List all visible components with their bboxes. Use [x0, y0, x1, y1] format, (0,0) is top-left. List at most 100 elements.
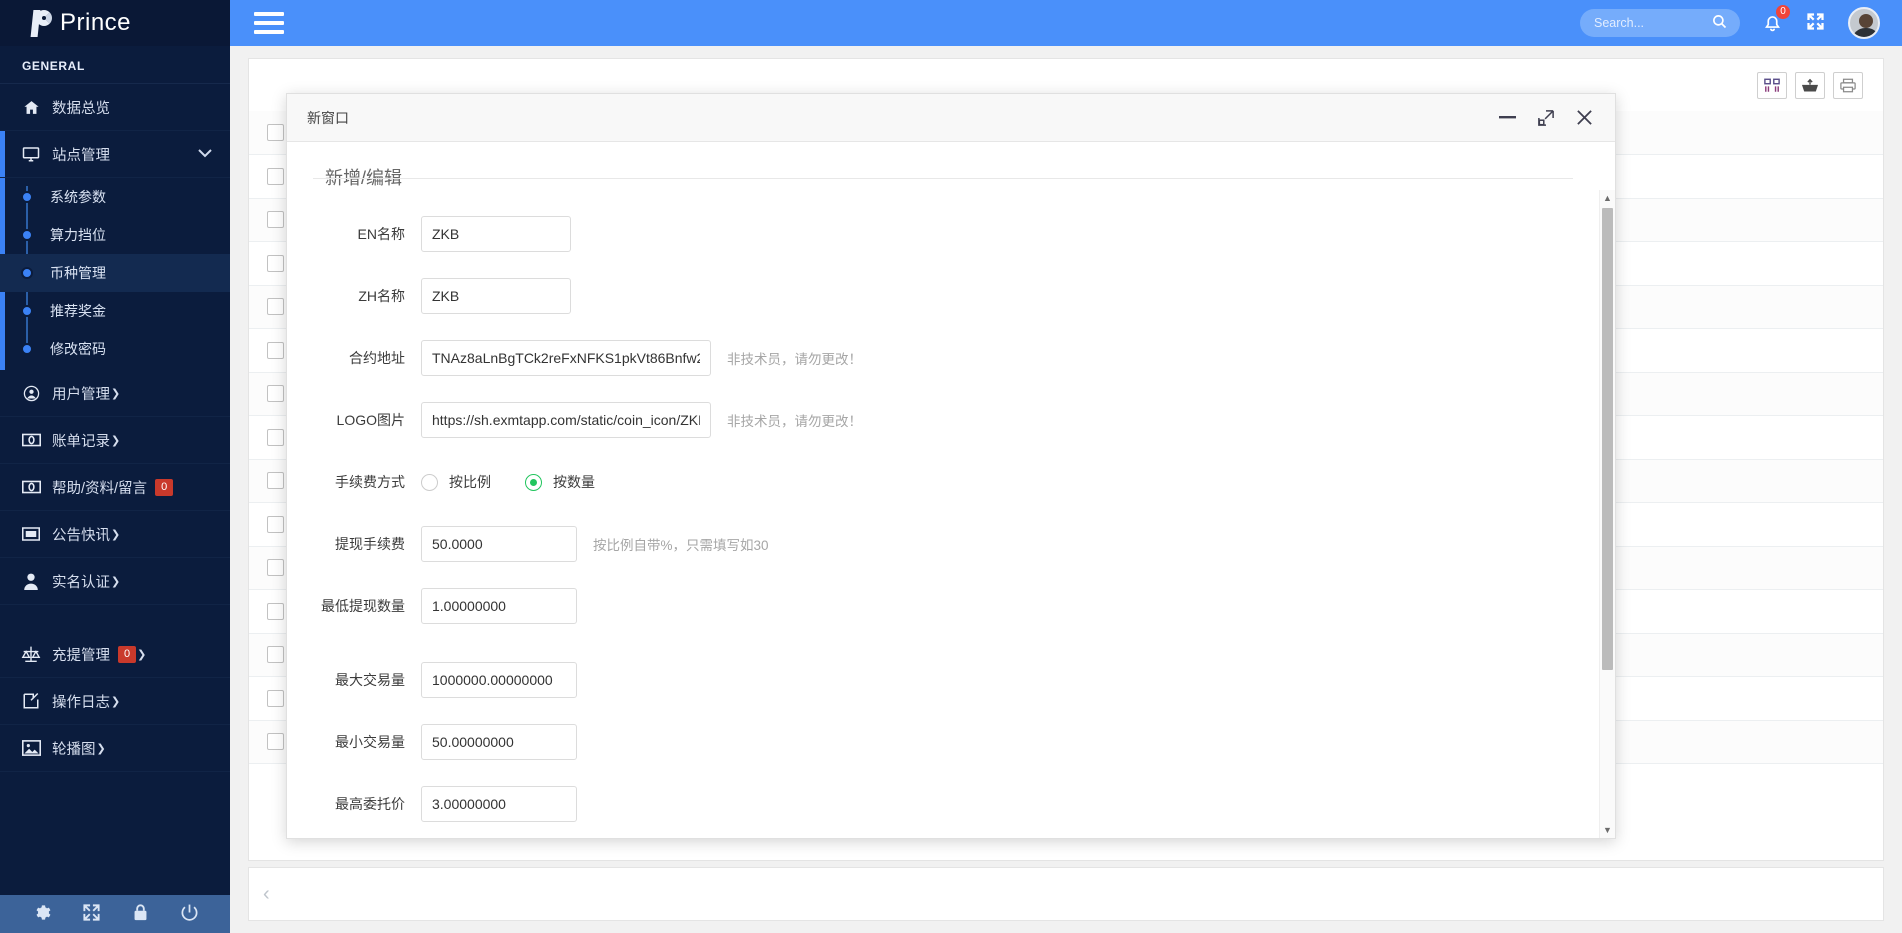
sidebar-item-label: 实名认证 [52, 574, 110, 591]
sidebar-item-bill-records[interactable]: 账单记录 ❯ [0, 417, 230, 464]
sidebar-item-help-docs-messages[interactable]: 帮助/资料/留言 0 [0, 464, 230, 511]
submenu-dot-icon [21, 305, 33, 317]
power-icon[interactable] [180, 903, 199, 925]
sidebar-subitem-referral-bonus[interactable]: 推荐奖金 [0, 292, 230, 330]
field-label: 最大交易量 [335, 672, 405, 688]
field-row-contract-address: 合约地址 非技术员，请勿更改！ [313, 340, 1573, 376]
row-checkbox[interactable] [267, 211, 284, 229]
sidebar-item-user-management[interactable]: 用户管理 ❯ [0, 370, 230, 417]
withdraw-fee-input[interactable] [421, 526, 577, 562]
row-checkbox[interactable] [267, 428, 284, 446]
zh-name-input[interactable] [421, 278, 571, 314]
en-name-input[interactable] [421, 216, 571, 252]
fee-mode-radio-by-ratio[interactable]: 按比例 [421, 472, 491, 492]
field-row-max-order-price: 最高委托价 [313, 786, 1573, 822]
minimize-icon[interactable] [1499, 116, 1516, 119]
fee-mode-radio-by-amount[interactable]: 按数量 [525, 472, 595, 492]
lock-icon[interactable] [132, 903, 149, 925]
scrollbar-up-arrow-icon[interactable]: ▲ [1600, 190, 1615, 206]
sidebar-item-dashboard[interactable]: 数据总览 [0, 84, 230, 131]
sidebar-item-deposit-withdraw[interactable]: 充提管理 0 ❯ [0, 631, 230, 678]
modal-titlebar[interactable]: 新窗口 [287, 94, 1615, 142]
row-checkbox[interactable] [267, 602, 284, 620]
fieldset-legend: 新增/编辑 [325, 168, 403, 188]
sidebar-item-label: 用户管理 [52, 386, 110, 403]
chevron-right-icon: ❯ [111, 434, 121, 447]
search-box[interactable] [1580, 9, 1740, 37]
min-trade-volume-input[interactable] [421, 724, 577, 760]
submenu-dot-icon [21, 229, 33, 241]
row-checkbox[interactable] [267, 689, 284, 707]
pagination-prev-button[interactable]: ‹ [263, 883, 270, 906]
sidebar-subitem-label: 系统参数 [50, 189, 106, 205]
sidebar-item-label: 轮播图 [52, 741, 96, 758]
row-checkbox[interactable] [267, 254, 284, 272]
maximize-icon[interactable] [1538, 109, 1554, 126]
monitor-icon [16, 145, 46, 163]
window-buttons [1499, 109, 1603, 126]
sidebar-subitem-system-params[interactable]: 系统参数 [0, 178, 230, 216]
max-trade-volume-input[interactable] [421, 662, 577, 698]
sidebar-item-carousel[interactable]: 轮播图 ❯ [0, 725, 230, 772]
min-withdraw-amount-input[interactable] [421, 588, 577, 624]
notifications-button[interactable]: 0 [1762, 3, 1791, 36]
sidebar-subitem-label: 算力挡位 [50, 227, 106, 243]
scrollbar-thumb[interactable] [1602, 208, 1613, 670]
brand-logo-area[interactable]: Prince [0, 0, 230, 46]
sidebar-subitem-change-password[interactable]: 修改密码 [0, 330, 230, 368]
row-checkbox[interactable] [267, 646, 284, 664]
fee-mode-radio-group: 按比例 按数量 [421, 464, 595, 500]
fullscreen-icon[interactable] [82, 903, 101, 925]
row-checkbox[interactable] [267, 124, 284, 141]
field-row-fee-mode: 手续费方式 按比例 按数量 [313, 464, 1573, 500]
brand-name: Prince [60, 9, 132, 36]
image-icon [16, 740, 46, 756]
fullscreen-icon[interactable] [1805, 11, 1826, 35]
row-checkbox[interactable] [267, 167, 284, 185]
scrollbar-down-arrow-icon[interactable]: ▼ [1600, 822, 1615, 838]
new-window-modal: 新窗口 新增/编辑 EN名称 ZKB ZH名称 ZKB 合约地址 TNAz8aL… [286, 93, 1616, 839]
modal-scrollbar[interactable]: ▲ ▼ [1599, 190, 1615, 838]
contract-address-input[interactable] [421, 340, 711, 376]
sidebar-item-label: 站点管理 [52, 147, 110, 164]
field-row-withdraw-fee: 提现手续费 按比例自带%，只需填写如30 [313, 526, 1573, 562]
chevron-right-icon: ❯ [111, 575, 121, 588]
gear-icon[interactable] [32, 903, 51, 925]
row-checkbox[interactable] [267, 385, 284, 403]
sidebar-item-operation-log[interactable]: 操作日志 ❯ [0, 678, 230, 725]
search-icon[interactable] [1712, 14, 1727, 32]
sidebar-item-site-management[interactable]: 站点管理 [0, 131, 230, 178]
sidebar-item-announcements[interactable]: 公告快讯 ❯ [0, 511, 230, 558]
sidebar-footer [0, 895, 230, 933]
row-checkbox[interactable] [267, 733, 284, 751]
banknote-icon [16, 433, 46, 447]
export-icon[interactable] [1795, 71, 1825, 99]
modal-body: 新增/编辑 EN名称 ZH名称 [287, 142, 1615, 838]
print-icon[interactable] [1833, 71, 1863, 99]
avatar[interactable] [1848, 7, 1880, 39]
row-checkbox[interactable] [267, 515, 284, 533]
row-checkbox[interactable] [267, 341, 284, 359]
row-checkbox[interactable] [267, 472, 284, 490]
sidebar-item-identity-verification[interactable]: 实名认证 ❯ [0, 558, 230, 605]
menu-icon[interactable] [230, 12, 286, 34]
field-row-min-withdraw-amount: 最低提现数量 [313, 588, 1573, 624]
sidebar-subitem-coin-management[interactable]: 币种管理 [0, 254, 230, 292]
row-checkbox[interactable] [267, 298, 284, 316]
sidebar-submenu: 系统参数 算力挡位 币种管理 推荐奖金 修改密码 [0, 178, 230, 370]
sidebar: Prince GENERAL 数据总览 站点管理 系统参数 算力挡位 币种管理 … [0, 0, 230, 933]
row-checkbox[interactable] [267, 559, 284, 577]
sidebar-section-label: GENERAL [0, 46, 230, 84]
columns-icon[interactable] [1757, 71, 1787, 99]
field-label: 提现手续费 [335, 536, 405, 552]
sidebar-subitem-label: 修改密码 [50, 341, 106, 357]
scrollbar-track[interactable] [1600, 206, 1615, 822]
search-input[interactable] [1594, 16, 1712, 30]
max-order-price-input[interactable] [421, 786, 577, 822]
close-icon[interactable] [1576, 109, 1593, 126]
sidebar-subitem-hashrate-tier[interactable]: 算力挡位 [0, 216, 230, 254]
logo-image-input[interactable] [421, 402, 711, 438]
modal-title-text: 新窗口 [307, 109, 349, 126]
sidebar-item-label: 公告快讯 [52, 527, 110, 544]
submenu-dot-icon [21, 191, 33, 203]
